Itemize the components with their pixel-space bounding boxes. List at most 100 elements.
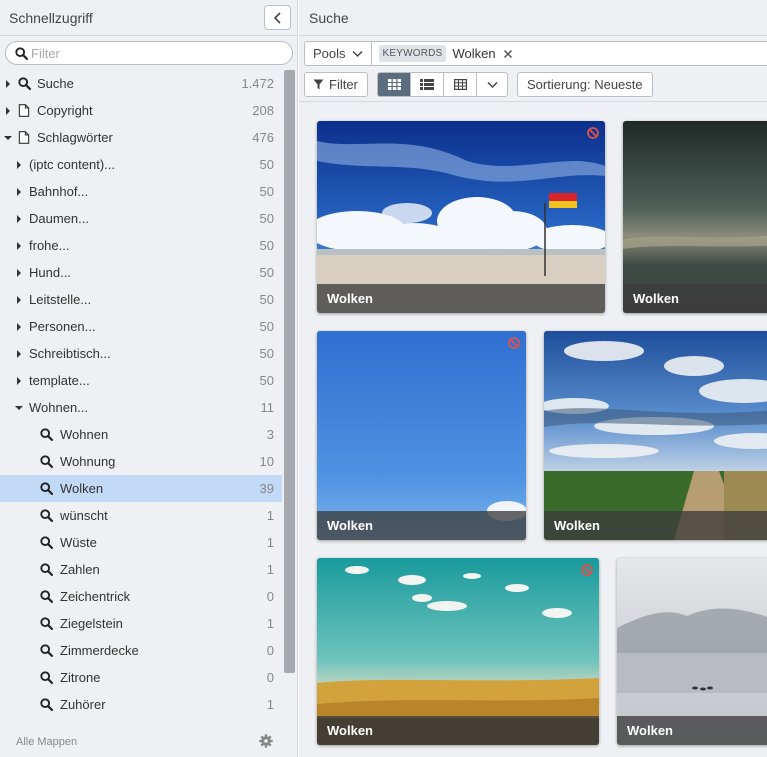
row-count: 50 bbox=[259, 373, 274, 388]
keyword-group[interactable]: Schreibtisch... 50 bbox=[0, 340, 282, 367]
caret-right-icon[interactable] bbox=[15, 350, 23, 358]
tree-item-copyright[interactable]: Copyright 208 bbox=[0, 97, 282, 124]
row-count: 1 bbox=[266, 535, 274, 550]
row-count: 1 bbox=[266, 562, 274, 577]
remove-tag-icon[interactable] bbox=[503, 49, 513, 59]
row-label: Wolken bbox=[60, 481, 104, 496]
caret-right-icon[interactable] bbox=[15, 161, 23, 169]
keyword-item[interactable]: Zahlen 1 bbox=[0, 556, 282, 583]
row-count: 50 bbox=[259, 238, 274, 253]
tree-scrollbar[interactable] bbox=[284, 70, 295, 673]
row-count: 0 bbox=[266, 643, 274, 658]
list-icon bbox=[420, 79, 434, 90]
card-caption: Wolken bbox=[617, 716, 767, 745]
caret-down-icon[interactable] bbox=[15, 404, 23, 412]
keyword-item[interactable]: Zitrone 0 bbox=[0, 664, 282, 691]
caret-down-icon[interactable] bbox=[4, 134, 12, 142]
row-count: 208 bbox=[252, 103, 274, 118]
caret-right-icon[interactable] bbox=[15, 188, 23, 196]
row-count: 50 bbox=[259, 211, 274, 226]
pools-dropdown[interactable]: Pools bbox=[305, 42, 372, 65]
keyword-item[interactable]: Wohnen 3 bbox=[0, 421, 282, 448]
caret-right-icon[interactable] bbox=[15, 215, 23, 223]
result-card[interactable]: Wolken bbox=[317, 121, 605, 313]
caret-right-icon[interactable] bbox=[4, 107, 12, 115]
row-count: 1 bbox=[266, 616, 274, 631]
search-icon bbox=[39, 455, 53, 468]
chevron-down-icon bbox=[352, 50, 363, 57]
view-list-button[interactable] bbox=[411, 73, 444, 96]
keyword-group[interactable]: Bahnhof... 50 bbox=[0, 178, 282, 205]
pools-label: Pools bbox=[313, 46, 346, 61]
keyword-item[interactable]: Wohnung 10 bbox=[0, 448, 282, 475]
result-card[interactable]: Wolken bbox=[623, 121, 767, 313]
caret-right-icon[interactable] bbox=[15, 296, 23, 304]
card-caption: Wolken bbox=[317, 511, 526, 540]
row-count: 0 bbox=[266, 589, 274, 604]
field-road-image bbox=[544, 331, 767, 540]
keyword-group[interactable]: Wohnen... 11 bbox=[0, 394, 282, 421]
keyword-group[interactable]: Hund... 50 bbox=[0, 259, 282, 286]
row-label: Hund... bbox=[29, 265, 71, 280]
search-query-bar[interactable]: Pools KEYWORDS Wolken bbox=[304, 41, 767, 66]
table-icon bbox=[453, 79, 467, 90]
row-label: Copyright bbox=[37, 103, 93, 118]
result-card[interactable]: Wolken bbox=[617, 558, 767, 745]
row-label: Wüste bbox=[60, 535, 97, 550]
result-card[interactable]: Wolken bbox=[317, 331, 526, 540]
search-icon bbox=[39, 617, 53, 630]
row-count: 1 bbox=[266, 508, 274, 523]
keyword-item[interactable]: Zimmerdecke 0 bbox=[0, 637, 282, 664]
result-card[interactable]: Wolken bbox=[317, 558, 599, 745]
caret-right-icon[interactable] bbox=[15, 269, 23, 277]
document-icon bbox=[17, 104, 31, 117]
search-icon bbox=[39, 671, 53, 684]
keyword-group[interactable]: frohe... 50 bbox=[0, 232, 282, 259]
keyword-item[interactable]: Wolken 39 bbox=[0, 475, 282, 502]
panel-header: Schnellzugriff bbox=[0, 0, 297, 36]
row-label: (iptc content)... bbox=[29, 157, 115, 172]
row-label: Schreibtisch... bbox=[29, 346, 111, 361]
collapse-panel-button[interactable] bbox=[264, 5, 291, 30]
row-label: Zimmerdecke bbox=[60, 643, 139, 658]
tree-filter-field[interactable] bbox=[5, 41, 293, 65]
view-grid-large-button[interactable] bbox=[378, 73, 411, 96]
filter-button[interactable]: Filter bbox=[304, 72, 368, 97]
keyword-group[interactable]: Leitstelle... 50 bbox=[0, 286, 282, 313]
view-table-button[interactable] bbox=[444, 73, 477, 96]
keyword-item[interactable]: Zuhörer 1 bbox=[0, 691, 282, 718]
row-label: Ziegelstein bbox=[60, 616, 123, 631]
keyword-item[interactable]: Wüste 1 bbox=[0, 529, 282, 556]
row-label: Zahlen bbox=[60, 562, 100, 577]
keyword-item[interactable]: Ziegelstein 1 bbox=[0, 610, 282, 637]
keyword-item[interactable]: Zeichentrick 0 bbox=[0, 583, 282, 610]
view-options-button[interactable] bbox=[477, 73, 507, 96]
tree-item-schlagwoerter[interactable]: Schlagwörter 476 bbox=[0, 124, 282, 151]
tree-filter-input[interactable] bbox=[31, 45, 271, 61]
row-count: 50 bbox=[259, 184, 274, 199]
result-card[interactable]: Wolken bbox=[544, 331, 767, 540]
keyword-group[interactable]: (iptc content)... 50 bbox=[0, 151, 282, 178]
search-icon bbox=[39, 536, 53, 549]
keyword-group[interactable]: template... 50 bbox=[0, 367, 282, 394]
keyword-group[interactable]: Daumen... 50 bbox=[0, 205, 282, 232]
caret-right-icon[interactable] bbox=[15, 377, 23, 385]
row-label: Schlagwörter bbox=[37, 130, 113, 145]
keyword-group[interactable]: Personen... 50 bbox=[0, 313, 282, 340]
caret-right-icon[interactable] bbox=[15, 323, 23, 331]
row-label: Wohnen bbox=[60, 427, 109, 442]
grid-icon bbox=[387, 79, 401, 90]
search-panel: Suche Pools KEYWORDS Wolken Filter Sorti… bbox=[299, 0, 767, 757]
sort-button[interactable]: Sortierung: Neueste bbox=[517, 72, 653, 97]
tree-item-suche[interactable]: Suche 1.472 bbox=[0, 70, 282, 97]
search-icon bbox=[15, 47, 28, 60]
card-caption: Wolken bbox=[317, 716, 599, 745]
caret-right-icon[interactable] bbox=[15, 242, 23, 250]
row-label: Leitstelle... bbox=[29, 292, 92, 307]
panel-title: Schnellzugriff bbox=[9, 9, 93, 26]
search-icon bbox=[39, 698, 53, 711]
gear-icon[interactable] bbox=[259, 734, 273, 748]
caret-right-icon[interactable] bbox=[4, 80, 12, 88]
row-label: Suche bbox=[37, 76, 74, 91]
keyword-item[interactable]: wünscht 1 bbox=[0, 502, 282, 529]
